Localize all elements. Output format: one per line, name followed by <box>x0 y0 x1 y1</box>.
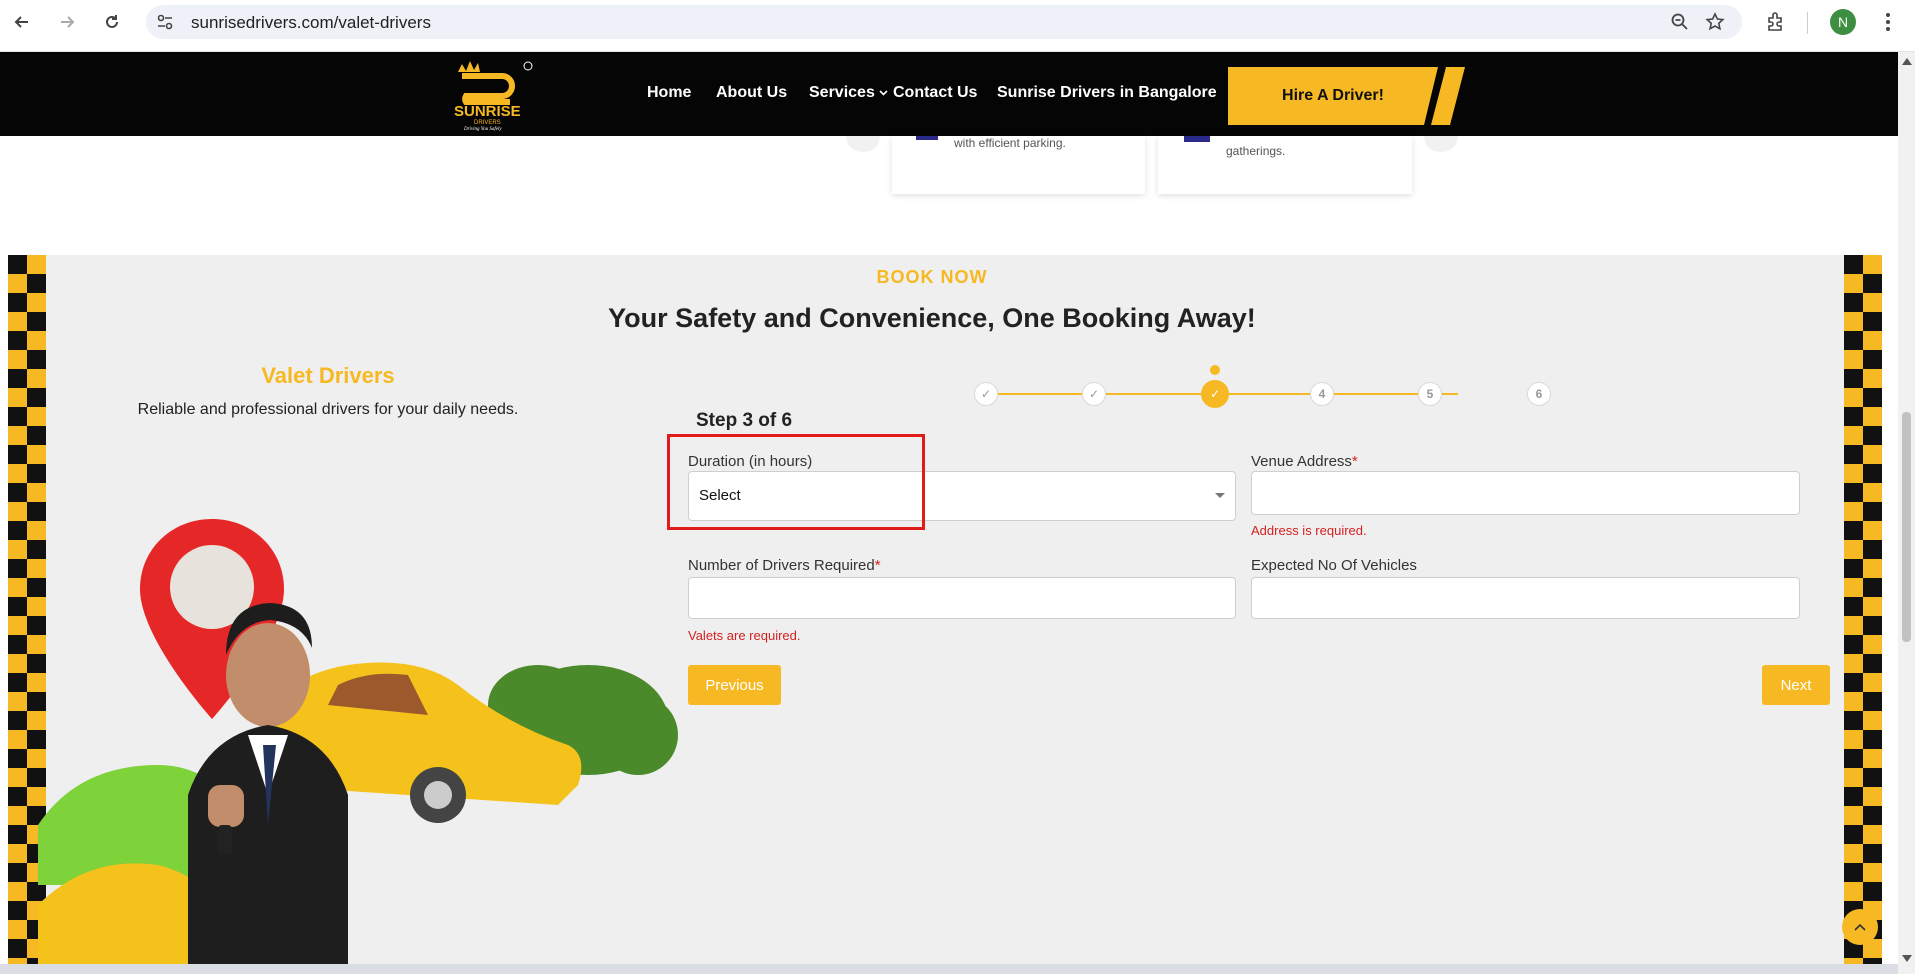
logo-sub: DRIVERS <box>474 120 501 126</box>
step-4[interactable]: 4 <box>1310 382 1334 406</box>
nav-services-label: Services <box>809 84 875 101</box>
step-indicator: Step 3 of 6 <box>696 410 793 431</box>
site-info-icon[interactable] <box>156 13 174 31</box>
previous-button[interactable]: Previous <box>688 665 781 705</box>
url-text: sunrisedrivers.com/valet-drivers <box>191 13 431 32</box>
extensions-icon[interactable] <box>1764 10 1788 34</box>
step-5[interactable]: 5 <box>1418 382 1442 406</box>
venue-address-input[interactable] <box>1251 471 1800 515</box>
book-now-eyebrow: BOOK NOW <box>876 267 988 287</box>
venue-error: Address is required. <box>1251 523 1367 538</box>
feature-card: gatherings. <box>1158 136 1412 194</box>
nav-bangalore[interactable]: Sunrise Drivers in Bangalore <box>997 84 1217 102</box>
step-6[interactable]: 6 <box>1527 382 1551 406</box>
nav-contact[interactable]: Contact Us <box>893 84 977 102</box>
scroll-to-top-button[interactable] <box>1842 909 1878 945</box>
current-step-pin-icon <box>1210 365 1220 375</box>
step-3[interactable]: ✓ <box>1201 380 1229 408</box>
bookmark-star-icon[interactable] <box>1704 11 1726 33</box>
hire-driver-button[interactable]: Hire A Driver! <box>1228 67 1438 125</box>
caret-down-icon <box>1215 493 1225 498</box>
nav-services[interactable]: Services <box>809 84 888 102</box>
card-text: gatherings. <box>1226 144 1286 158</box>
browser-menu-icon[interactable] <box>1880 9 1896 35</box>
carousel-next-edge[interactable] <box>1424 136 1458 152</box>
logo-text: SUNRISE <box>454 103 521 120</box>
valet-illustration <box>38 519 678 964</box>
vehicles-input[interactable] <box>1251 577 1800 619</box>
scroll-down-arrow[interactable] <box>1902 955 1912 962</box>
address-bar[interactable]: sunrisedrivers.com/valet-drivers <box>146 5 1742 39</box>
booking-section: BOOK NOW Your Safety and Convenience, On… <box>8 255 1882 964</box>
profile-avatar[interactable]: N <box>1830 9 1856 35</box>
required-asterisk: * <box>1351 453 1358 470</box>
zoom-icon[interactable] <box>1670 12 1690 32</box>
step-1[interactable]: ✓ <box>974 382 998 406</box>
scroll-thumb[interactable] <box>1902 412 1911 642</box>
vehicles-label: Expected No Of Vehicles <box>1251 557 1417 574</box>
toolbar-divider <box>1807 12 1808 34</box>
checker-border-right <box>1844 255 1882 964</box>
feature-card: with efficient parking. <box>892 136 1145 194</box>
drivers-required-input[interactable] <box>688 577 1236 619</box>
back-icon[interactable] <box>9 9 35 35</box>
browser-toolbar: sunrisedrivers.com/valet-drivers N <box>0 0 1915 52</box>
scroll-up-arrow[interactable] <box>1902 58 1912 65</box>
taskbar-strip <box>0 964 1898 974</box>
booking-headline: Your Safety and Convenience, One Booking… <box>608 303 1256 333</box>
next-button[interactable]: Next <box>1762 665 1830 705</box>
carousel-prev-edge[interactable] <box>846 136 880 152</box>
highlight-box <box>667 434 925 530</box>
chevron-up-icon <box>1854 923 1866 931</box>
service-title: Valet Drivers <box>261 363 395 388</box>
service-subtitle: Reliable and professional drivers for yo… <box>137 401 519 418</box>
booking-stepper: ✓ ✓ ✓ 4 5 6 <box>974 365 1554 408</box>
nav-about[interactable]: About Us <box>716 84 787 102</box>
venue-label: Venue Address* <box>1251 453 1358 470</box>
card-icon <box>916 136 938 140</box>
chevron-down-icon <box>879 90 888 96</box>
logo-tagline: Driving You Safely <box>463 127 502 132</box>
drivers-label: Number of Drivers Required* <box>688 557 881 574</box>
reload-icon[interactable] <box>99 9 125 35</box>
site-header: SUNRISE DRIVERS Driving You Safely Home … <box>0 52 1898 136</box>
card-text: with efficient parking. <box>954 136 1066 150</box>
required-asterisk: * <box>874 557 881 574</box>
sunrise-drivers-logo[interactable]: SUNRISE DRIVERS Driving You Safely <box>448 58 536 132</box>
page-scrollbar[interactable] <box>1898 52 1915 974</box>
card-icon <box>1184 136 1210 142</box>
nav-home[interactable]: Home <box>647 84 691 102</box>
step-2[interactable]: ✓ <box>1082 382 1106 406</box>
drivers-error: Valets are required. <box>688 628 801 643</box>
forward-icon[interactable] <box>54 9 80 35</box>
